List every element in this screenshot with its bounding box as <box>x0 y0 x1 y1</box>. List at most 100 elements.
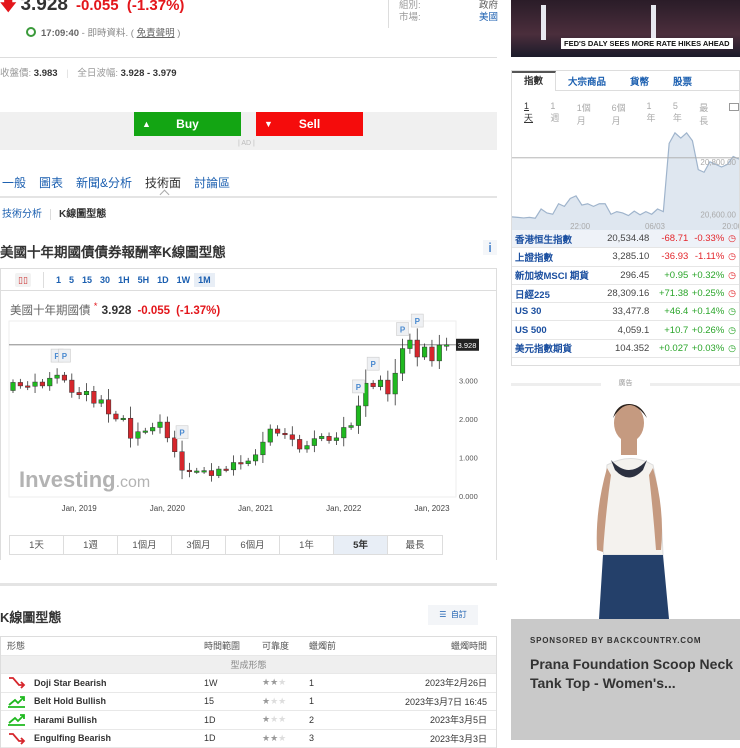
p-marker[interactable]: P <box>352 380 364 393</box>
pattern-name[interactable]: Belt Hold Bullish <box>34 696 106 706</box>
tab-general[interactable]: 一般 <box>2 174 26 191</box>
col-timeframe[interactable]: 時間範圍 <box>202 639 260 652</box>
mini-period[interactable]: 最長 <box>699 101 716 127</box>
ad-image[interactable] <box>511 390 740 619</box>
range-1d[interactable]: 1天 <box>10 536 64 554</box>
index-name[interactable]: US 500 <box>515 325 601 336</box>
range-1y[interactable]: 1年 <box>280 536 334 554</box>
range-6m[interactable]: 6個月 <box>226 536 280 554</box>
info-icon[interactable]: i <box>483 240 497 255</box>
table-row[interactable]: Harami Bullish 1D ★★★ 2 2023年3月5日 <box>1 711 496 730</box>
index-row[interactable]: 新加坡MSCI 期貨296.45+0.95+0.32%◷ <box>512 267 739 285</box>
tab-stocks[interactable]: 股票 <box>661 74 704 88</box>
mini-period[interactable]: 1週 <box>550 101 563 127</box>
ad-headline[interactable]: Prana Foundation Scoop Neck Tank Top - W… <box>530 655 735 693</box>
mini-ytick: 20,800.00 <box>700 158 736 167</box>
candle-body <box>334 438 339 441</box>
index-name[interactable]: US 30 <box>515 306 601 317</box>
p-marker[interactable]: P <box>58 349 70 362</box>
index-row[interactable]: US 3033,477.8+46.4+0.14%◷ <box>512 303 739 321</box>
interval-1d[interactable]: 1D <box>153 273 173 287</box>
index-name[interactable]: 美元指數期貨 <box>515 341 601 355</box>
index-name[interactable]: 日經225 <box>515 287 601 301</box>
range-1w[interactable]: 1週 <box>64 536 118 554</box>
interval-30[interactable]: 30 <box>96 273 114 287</box>
index-change: +46.4 <box>649 306 688 317</box>
table-row[interactable]: Doji Star Bearish 1W ★★★ 1 2023年2月26日 <box>1 674 496 693</box>
interval-1[interactable]: 1 <box>52 273 65 287</box>
interval-5[interactable]: 5 <box>65 273 78 287</box>
index-row[interactable]: 上證指數3,285.10-36.93-1.11%◷ <box>512 248 739 266</box>
p-marker[interactable]: P <box>367 357 379 370</box>
disclaimer-link[interactable]: 免責聲明 <box>137 28 175 39</box>
index-row[interactable]: 日經22528,309.16+71.38+0.25%◷ <box>512 285 739 303</box>
range-1m[interactable]: 1個月 <box>118 536 172 554</box>
mini-period[interactable]: 1年 <box>647 101 660 127</box>
timeframe: 1D <box>202 715 260 725</box>
interval-15[interactable]: 15 <box>78 273 96 287</box>
candlestick-type-icon[interactable]: ▯▯ <box>15 273 31 287</box>
index-row[interactable]: US 5004,059.1+10.7+0.26%◷ <box>512 321 739 339</box>
candle-body <box>128 418 133 438</box>
mini-period[interactable]: 1個月 <box>577 101 599 127</box>
index-name[interactable]: 上證指數 <box>515 250 601 264</box>
subtab-candlestick-patterns[interactable]: K線圖型態 <box>59 209 106 220</box>
range-3m[interactable]: 3個月 <box>172 536 226 554</box>
col-candle-time[interactable]: 蠟燭時間 <box>367 639 496 652</box>
pattern-name[interactable]: Engulfing Bearish <box>34 733 111 743</box>
tab-news-analysis[interactable]: 新聞&分析 <box>76 174 132 191</box>
mini-period[interactable]: 1天 <box>524 101 537 127</box>
tab-technical[interactable]: 技術面 <box>145 174 181 191</box>
chart-toolbar: ▯▯ 1 5 15 30 1H 5H 1D 1W 1M <box>1 269 496 291</box>
prev-close-label: 收盤價: <box>0 68 31 79</box>
subtab-technical-analysis[interactable]: 技術分析 <box>2 209 51 220</box>
mini-period[interactable]: 6個月 <box>612 101 634 127</box>
table-row[interactable]: Belt Hold Bullish 15 ★★★ 1 2023年3月7日 16:… <box>1 693 496 712</box>
tab-chart[interactable]: 圖表 <box>39 174 63 191</box>
expand-chart-icon[interactable] <box>729 103 739 111</box>
last-price: 3.928 <box>20 0 68 15</box>
mini-period[interactable]: 5年 <box>673 101 686 127</box>
separator <box>43 272 44 288</box>
sliders-icon: ☰ <box>439 610 446 619</box>
market-open-clock-icon: ◷ <box>724 325 736 336</box>
interval-1m[interactable]: 1M <box>194 273 215 287</box>
col-pattern[interactable]: 形態 <box>1 639 202 652</box>
sponsored-card[interactable]: SPONSORED BY BACKCOUNTRY.COM Prana Found… <box>511 619 740 740</box>
tab-indices[interactable]: 指數 <box>512 71 556 91</box>
customize-button[interactable]: ☰ 自訂 <box>428 605 478 625</box>
index-name[interactable]: 香港恒生指數 <box>515 232 601 246</box>
interval-1w[interactable]: 1W <box>173 273 195 287</box>
sell-button[interactable]: ▼Sell <box>256 112 363 136</box>
market-link[interactable]: 美國 <box>479 12 498 24</box>
p-marker[interactable]: P <box>411 314 423 327</box>
candle-body <box>18 382 23 385</box>
p-marker[interactable]: P <box>176 426 188 439</box>
tab-currencies[interactable]: 貨幣 <box>618 74 661 88</box>
index-row[interactable]: 美元指數期貨104.352+0.027+0.03%◷ <box>512 340 739 358</box>
pattern-name[interactable]: Harami Bullish <box>34 715 97 725</box>
pattern-name[interactable]: Doji Star Bearish <box>34 678 107 688</box>
reliability-stars: ★★★ <box>260 733 307 744</box>
video-thumbnail[interactable]: FED'S DALY SEES MORE RATE HIKES AHEAD <box>511 0 740 57</box>
p-marker[interactable]: P <box>397 323 409 336</box>
group-label: 組別: <box>399 0 421 12</box>
candle-body <box>305 446 310 449</box>
tab-forum[interactable]: 討論區 <box>194 174 230 191</box>
candle-time: 2023年3月5日 <box>367 713 496 726</box>
candlestick-chart[interactable]: 0.0001.0002.0003.000Jan, 2019Jan, 2020Ja… <box>1 299 496 531</box>
col-reliability[interactable]: 可靠度 <box>260 639 307 652</box>
candle-body <box>180 452 185 470</box>
interval-5h[interactable]: 5H <box>134 273 154 287</box>
buy-button[interactable]: ▲Buy <box>134 112 241 136</box>
range-5y[interactable]: 5年 <box>334 536 388 554</box>
table-row[interactable]: Engulfing Bearish 1D ★★★ 3 2023年3月3日 <box>1 730 496 748</box>
tab-commodities[interactable]: 大宗商品 <box>556 74 618 88</box>
interval-1h[interactable]: 1H <box>114 273 134 287</box>
candle-body <box>246 461 251 464</box>
range-max[interactable]: 最長 <box>388 536 442 554</box>
index-name[interactable]: 新加坡MSCI 期貨 <box>515 268 601 282</box>
col-candles-ago[interactable]: 蠟燭前 <box>307 639 367 652</box>
index-row[interactable]: 香港恒生指數20,534.48-68.71-0.33%◷ <box>512 230 739 248</box>
market-open-clock-icon: ◷ <box>724 306 736 317</box>
